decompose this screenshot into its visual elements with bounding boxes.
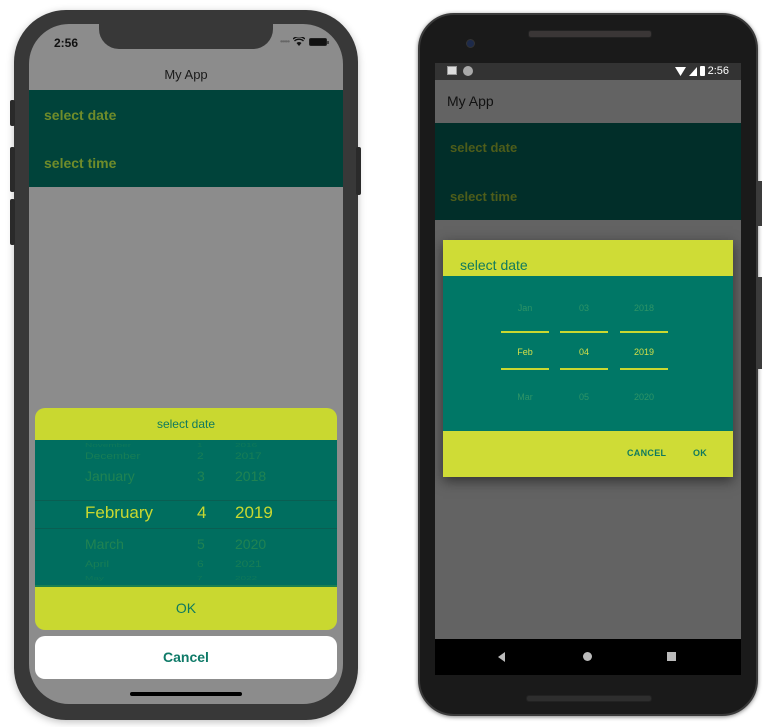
year-option[interactable]: 2018 xyxy=(620,303,668,313)
ios-picker-title: select date xyxy=(35,408,337,440)
ios-volume-up-button xyxy=(10,147,15,192)
ios-volume-down-button xyxy=(10,199,15,245)
ios-cancel-button[interactable]: Cancel xyxy=(35,636,337,679)
ios-ok-button[interactable]: OK xyxy=(35,585,337,630)
wifi-icon xyxy=(293,37,305,46)
android-number-pickers: Jan Feb Mar 03 04 05 2018 2019 2020 xyxy=(443,276,733,431)
ios-status-icons: ••••• xyxy=(279,37,329,46)
mail-notification-icon xyxy=(447,66,457,75)
android-dialog-actions: CANCEL OK xyxy=(443,431,733,477)
ios-notch xyxy=(99,24,273,49)
month-option[interactable]: April xyxy=(85,558,109,569)
divider xyxy=(620,368,668,370)
android-app-bar: My App xyxy=(435,80,741,122)
android-status-icons: 2:56 xyxy=(674,65,729,77)
recents-icon[interactable] xyxy=(667,652,676,661)
android-ok-button[interactable]: OK xyxy=(693,448,707,458)
day-selected[interactable]: 04 xyxy=(560,347,608,357)
ios-select-date-item[interactable]: select date xyxy=(44,107,116,123)
android-date-picker-dialog: select date Jan Feb Mar 03 04 05 2018 20… xyxy=(443,240,733,477)
home-icon[interactable] xyxy=(583,652,592,661)
month-option[interactable]: December xyxy=(85,450,140,461)
day-option[interactable]: 3 xyxy=(197,468,205,484)
android-screen: 2:56 My App select date select time sele… xyxy=(435,63,741,675)
battery-icon xyxy=(699,66,705,76)
divider xyxy=(560,368,608,370)
android-status-time: 2:56 xyxy=(707,65,729,77)
day-option[interactable]: 5 xyxy=(197,536,205,552)
ios-select-time-item[interactable]: select time xyxy=(44,155,116,171)
month-option[interactable]: Mar xyxy=(501,392,549,402)
android-cancel-button[interactable]: CANCEL xyxy=(627,448,666,458)
month-option[interactable]: March xyxy=(85,536,124,552)
android-speaker xyxy=(526,695,652,702)
year-selected[interactable]: 2019 xyxy=(620,347,668,357)
year-option[interactable]: 2016 xyxy=(235,443,257,449)
ios-status-time: 2:56 xyxy=(54,36,79,50)
ios-screen: 2:56 ••••• My App select date select tim… xyxy=(29,24,343,704)
divider xyxy=(501,368,549,370)
ios-nav-title: My App xyxy=(164,67,208,82)
month-selected[interactable]: Feb xyxy=(501,347,549,357)
month-option[interactable]: January xyxy=(85,468,135,484)
year-option[interactable]: 2022 xyxy=(235,576,257,582)
day-option[interactable]: 2 xyxy=(197,450,204,461)
year-option[interactable]: 2018 xyxy=(235,468,266,484)
divider xyxy=(620,331,668,333)
back-icon[interactable] xyxy=(498,652,505,662)
ios-selection-band xyxy=(35,500,337,529)
month-selected[interactable]: February xyxy=(85,503,153,523)
divider xyxy=(560,331,608,333)
android-app-title: My App xyxy=(447,93,494,109)
month-option[interactable]: November xyxy=(85,443,131,449)
android-camera xyxy=(466,39,475,48)
year-option[interactable]: 2017 xyxy=(235,450,262,461)
sync-notification-icon xyxy=(463,66,473,76)
month-option[interactable]: May xyxy=(85,576,104,582)
signal-icon: ••••• xyxy=(279,37,290,46)
day-option[interactable]: 05 xyxy=(560,392,608,402)
wifi-icon xyxy=(674,66,686,76)
day-option[interactable]: 6 xyxy=(197,558,204,569)
android-dialog-header: select date xyxy=(443,240,733,276)
android-earpiece xyxy=(528,30,652,38)
day-option[interactable]: 1 xyxy=(197,443,203,449)
ios-menu-list: select date select time xyxy=(29,90,343,187)
android-select-time-item[interactable]: select time xyxy=(450,189,517,204)
ios-power-button xyxy=(356,147,361,195)
android-dialog-title: select date xyxy=(460,257,528,273)
month-option[interactable]: Jan xyxy=(501,303,549,313)
day-selected[interactable]: 4 xyxy=(197,503,206,523)
ios-date-picker-sheet: select date November December January Fe… xyxy=(35,408,337,679)
battery-icon xyxy=(309,37,329,46)
android-select-date-item[interactable]: select date xyxy=(450,140,517,155)
divider xyxy=(501,331,549,333)
year-option[interactable]: 2020 xyxy=(620,392,668,402)
android-menu-list: select date select time xyxy=(435,123,741,220)
year-option[interactable]: 2021 xyxy=(235,558,262,569)
android-power-button xyxy=(758,181,762,226)
android-nav-bar xyxy=(435,639,741,675)
cell-signal-icon xyxy=(688,66,697,76)
ios-mute-switch xyxy=(10,100,15,126)
year-selected[interactable]: 2019 xyxy=(235,503,273,523)
day-option[interactable]: 03 xyxy=(560,303,608,313)
android-status-bar: 2:56 xyxy=(435,63,741,80)
ios-date-wheel[interactable]: November December January February March… xyxy=(35,440,337,585)
ios-home-indicator[interactable] xyxy=(130,692,242,696)
android-volume-button xyxy=(758,277,762,369)
day-option[interactable]: 7 xyxy=(197,576,203,582)
year-option[interactable]: 2020 xyxy=(235,536,266,552)
